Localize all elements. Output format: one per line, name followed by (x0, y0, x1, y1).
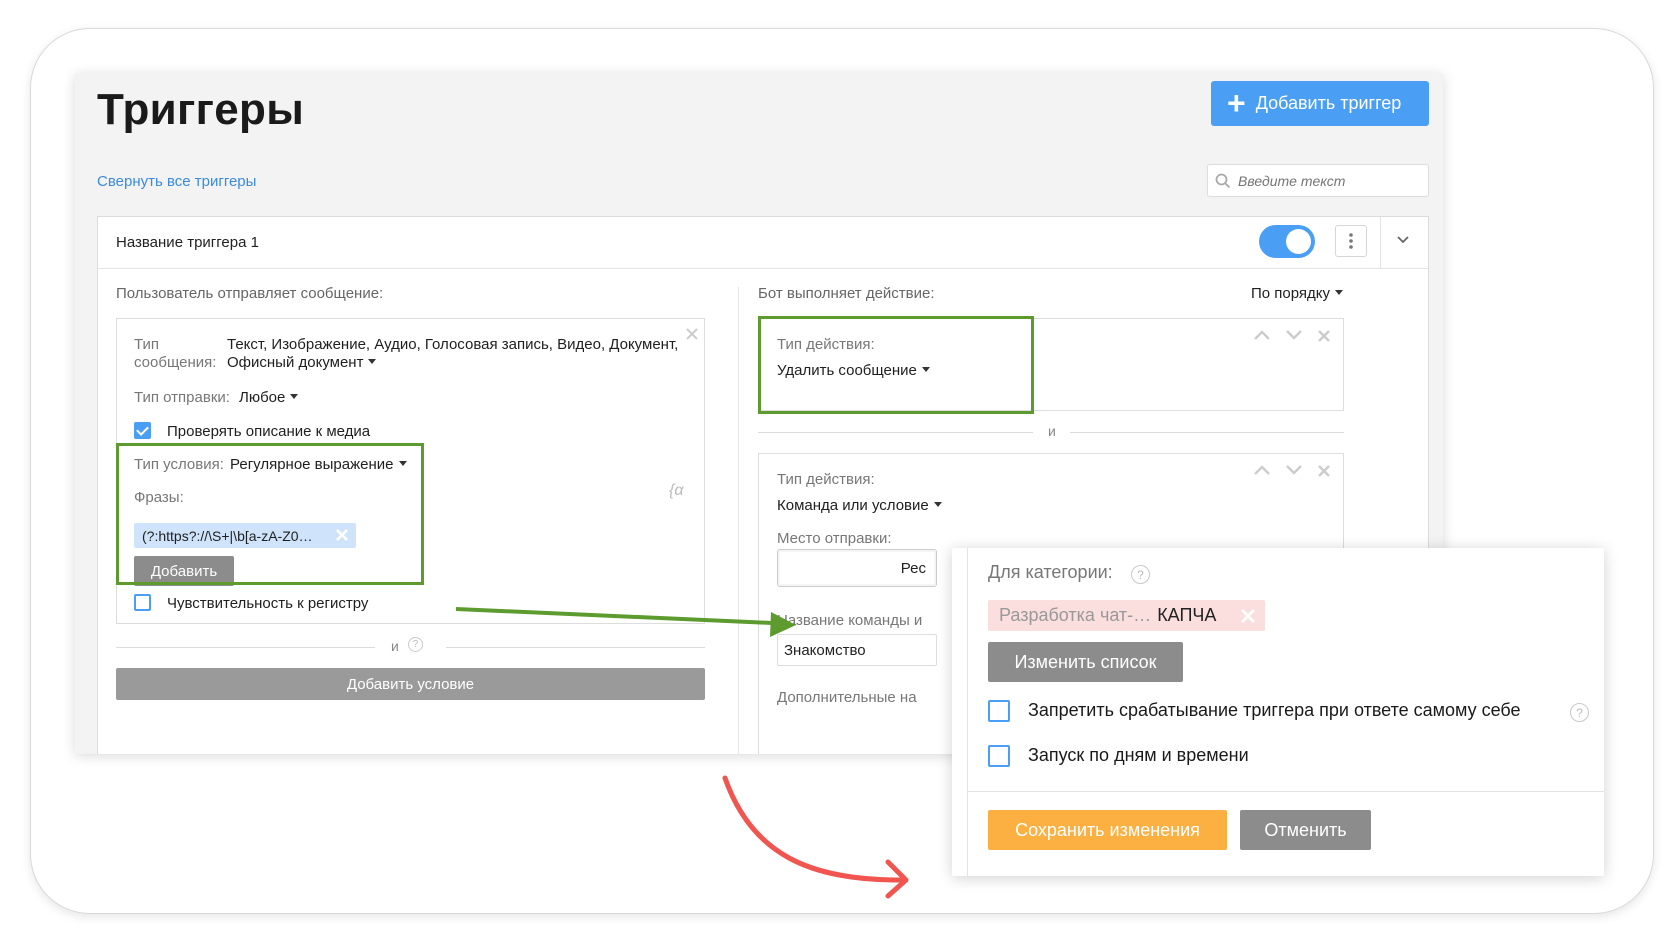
move-down-icon[interactable] (1285, 464, 1303, 476)
send-type-dropdown[interactable]: Любое (239, 389, 299, 406)
order-value: По порядку (1251, 285, 1331, 302)
column-divider (738, 287, 739, 754)
plus-icon: + (1227, 84, 1246, 121)
divider-line (446, 647, 705, 648)
search-input[interactable] (1238, 172, 1418, 189)
message-type-label-1: Тип (134, 336, 160, 353)
header-divider (1380, 217, 1381, 269)
add-condition-button[interactable]: Добавить условие (116, 668, 705, 700)
popup-edge-line (967, 548, 968, 876)
message-type-value-1: Текст, Изображение, Аудио, Голосовая зап… (227, 336, 679, 353)
move-up-icon[interactable] (1253, 329, 1271, 341)
message-type-dropdown[interactable]: Офисный документ (227, 354, 377, 371)
cancel-button[interactable]: Отменить (1240, 810, 1371, 850)
case-sensitive-label: Чувствительность к регистру (167, 595, 369, 612)
message-type-value-2: Офисный документ (227, 354, 364, 371)
add-trigger-button[interactable]: + Добавить триггер (1211, 81, 1429, 126)
command-name-input[interactable]: Знакомство (777, 634, 937, 666)
save-changes-button[interactable]: Сохранить изменения (988, 810, 1227, 850)
regex-highlight-frame (116, 443, 424, 585)
forbid-self-checkbox[interactable] (988, 700, 1010, 722)
kebab-icon (1349, 233, 1353, 249)
schedule-checkbox[interactable] (988, 745, 1010, 767)
move-up-icon[interactable] (1253, 464, 1271, 476)
more-options-button[interactable] (1335, 225, 1367, 257)
send-type-label: Тип отправки: (134, 389, 230, 406)
check-media-checkbox[interactable] (134, 422, 151, 439)
message-type-label-2: сообщения: (134, 354, 217, 371)
help-icon[interactable]: ? (408, 637, 423, 652)
category-label: Для категории: (988, 562, 1113, 582)
collapse-all-link[interactable]: Свернуть все триггеры (97, 173, 256, 190)
move-down-icon[interactable] (1285, 329, 1303, 341)
category-chip: Разработка чат-… КАПЧА (988, 600, 1265, 631)
caret-down-icon (368, 359, 377, 364)
close-icon[interactable] (1317, 464, 1331, 478)
forbid-self-label: Запретить срабатывание триггера при отве… (1028, 700, 1521, 720)
help-icon[interactable]: ? (1131, 565, 1150, 584)
close-icon[interactable] (1317, 329, 1331, 343)
send-type-value: Любое (239, 389, 286, 406)
check-media-label: Проверять описание к медиа (167, 423, 371, 440)
change-list-button[interactable]: Изменить список (988, 642, 1183, 682)
category-chip-group: Разработка чат-… (999, 605, 1152, 625)
popup-divider (967, 791, 1604, 792)
additional-label: Дополнительные на (777, 689, 917, 706)
case-sensitive-checkbox[interactable] (134, 594, 151, 611)
trigger-enabled-toggle[interactable] (1259, 225, 1315, 258)
toggle-knob (1286, 229, 1311, 254)
schedule-label: Запуск по дням и времени (1028, 745, 1249, 765)
search-icon (1208, 173, 1238, 189)
settings-popup: Для категории: ? Разработка чат-… КАПЧА … (952, 548, 1604, 876)
command-name-label: Название команды и (777, 612, 923, 629)
user-sends-label: Пользователь отправляет сообщение: (116, 285, 384, 302)
order-dropdown[interactable]: По порядку (1251, 285, 1344, 302)
and-separator: и (758, 422, 1344, 442)
divider-line (758, 432, 1033, 433)
trigger-name[interactable]: Название триггера 1 (116, 234, 259, 251)
action-2-controls (1253, 464, 1331, 478)
action-type-label: Тип действия: (777, 471, 875, 488)
regex-icon[interactable]: {α (669, 482, 683, 500)
category-chip-name: КАПЧА (1157, 605, 1217, 625)
caret-down-icon (1335, 290, 1344, 295)
page-title: Триггеры (97, 85, 305, 134)
chevron-down-icon[interactable] (1396, 235, 1410, 245)
and-label: и (1048, 423, 1056, 439)
bot-action-label: Бот выполняет действие: (758, 285, 935, 302)
and-label: и (391, 638, 399, 654)
close-icon[interactable] (685, 327, 699, 341)
send-place-button[interactable]: Рес (777, 549, 937, 587)
divider-line (1070, 432, 1344, 433)
delete-action-highlight-frame (758, 316, 1034, 414)
action-1-controls (1253, 329, 1331, 343)
divider-line (116, 647, 375, 648)
remove-category-icon[interactable] (1239, 607, 1257, 625)
and-separator: и ? (116, 637, 705, 657)
send-place-label: Место отправки: (777, 530, 892, 547)
caret-down-icon (933, 502, 942, 507)
search-box[interactable] (1207, 164, 1429, 197)
action-type-value: Команда или условие (777, 497, 929, 514)
trigger-header: Название триггера 1 (98, 217, 1428, 269)
action-type-dropdown[interactable]: Команда или условие (777, 497, 942, 514)
help-icon[interactable]: ? (1570, 703, 1589, 722)
add-trigger-label: Добавить триггер (1255, 93, 1402, 113)
caret-down-icon (290, 394, 299, 399)
